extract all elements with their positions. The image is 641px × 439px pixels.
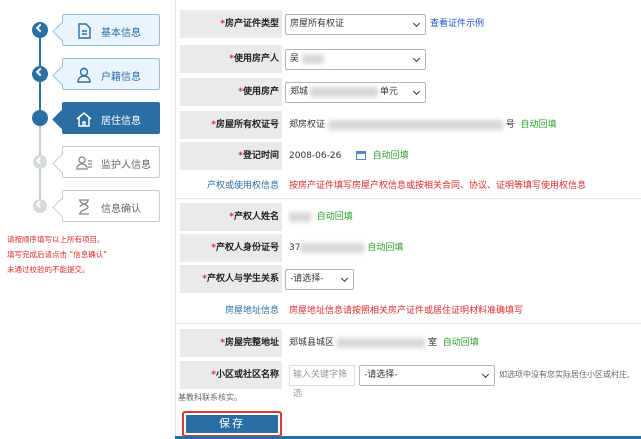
step-done-dot	[32, 22, 48, 38]
step-label: 居住信息	[101, 116, 141, 127]
relation-select[interactable]: -请选择-	[285, 269, 354, 290]
row-property-user: *使用房产人 吴	[176, 44, 641, 74]
chevron-down-icon	[340, 274, 349, 283]
save-button-frame: 保存	[182, 411, 282, 437]
row-community: *小区或社区名称 输入关键字筛选 -请选择- 如选项中没有您实际居住小区或村庄,	[176, 360, 641, 399]
chevron-down-icon	[412, 19, 421, 28]
row-owner-id: *产权人身份证号 37 自动回填	[176, 233, 641, 263]
step-household-info[interactable]: 户籍信息	[30, 58, 160, 90]
cert-number-value: 郑房权证 号 自动回填	[289, 119, 557, 130]
row-cert-number: *房屋所有权证号 郑房权证 号 自动回填	[176, 110, 641, 140]
section-ownership: 产权或使用权信息 按房产证件填写房屋产权信息或按相关合同、协议、证明等填写使用权…	[176, 173, 641, 199]
chevron-down-icon	[412, 54, 421, 63]
community-filter-input[interactable]: 输入关键字筛选	[289, 365, 355, 399]
save-button[interactable]: 保存	[186, 415, 278, 433]
step-label: 户籍信息	[101, 72, 141, 83]
step-residence-info[interactable]: 居住信息	[30, 102, 160, 134]
step-todo-dot	[33, 199, 47, 213]
owner-id-value: 37 自动回填	[289, 242, 404, 253]
person-icon	[77, 67, 91, 83]
row-owner-name: *产权人姓名 自动回填	[176, 202, 641, 232]
step-label: 基本信息	[101, 28, 141, 39]
step-sidebar: 基本信息 户籍信息 居住信息 监护人信息 信息确认 请按顺序填写以上所有项目。 …	[0, 0, 175, 439]
step-basic-info[interactable]: 基本信息	[30, 14, 160, 46]
row-register-date: *登记时间 2008-06-26 自动回填	[176, 141, 641, 171]
address-value: 郑城县城区室 自动回填	[289, 337, 479, 348]
view-cert-example-link[interactable]: 查看证件示例	[430, 9, 484, 39]
chevron-down-icon	[412, 87, 421, 96]
step-label: 信息确认	[101, 204, 141, 215]
register-date-value: 2008-06-26 自动回填	[289, 151, 409, 161]
row-relation: *产权人与学生关系 -请选择-	[176, 264, 641, 294]
home-icon	[76, 112, 92, 127]
cert-type-select[interactable]: 房屋所有权证	[285, 14, 426, 35]
property-user-select[interactable]: 吴	[285, 49, 426, 70]
guardian-icon	[76, 156, 92, 170]
property-select[interactable]: 郑城 单元	[285, 82, 426, 103]
calendar-icon[interactable]	[355, 151, 366, 160]
row-property: *使用房产 郑城 单元	[176, 77, 641, 107]
community-select[interactable]: -请选择-	[359, 365, 495, 386]
step-guardian-info[interactable]: 监护人信息	[30, 146, 160, 178]
community-hint-cont: 基教科联系核实。	[178, 393, 242, 402]
step-confirm-info[interactable]: 信息确认	[30, 190, 160, 222]
step-label: 监护人信息	[101, 160, 151, 171]
document-icon	[78, 23, 91, 39]
hourglass-icon	[79, 199, 89, 215]
section-address: 房屋地址信息 房屋地址信息请按照相关房产证件或居住证明材料准确填写	[176, 298, 641, 324]
sidebar-note: 请按顺序填写以上所有项目。 填写完成后请点击 “信息确认” 未通过校验的不能提交…	[7, 235, 108, 274]
residence-form: *房产证件类型 房屋所有权证 查看证件示例 *使用房产人 吴 *使用房产 郑城单…	[175, 0, 641, 439]
community-hint: 如选项中没有您实际居住小区或村庄,	[499, 370, 630, 379]
step-todo-dot	[33, 155, 47, 169]
step-done-dot	[32, 66, 48, 82]
row-address: *房屋完整地址 郑城县城区室 自动回填	[176, 328, 641, 358]
row-cert-type: *房产证件类型 房屋所有权证 查看证件示例	[176, 9, 641, 39]
step-active-dot	[32, 110, 48, 126]
owner-name-value: 自动回填	[289, 202, 353, 232]
chevron-down-icon	[481, 370, 490, 379]
